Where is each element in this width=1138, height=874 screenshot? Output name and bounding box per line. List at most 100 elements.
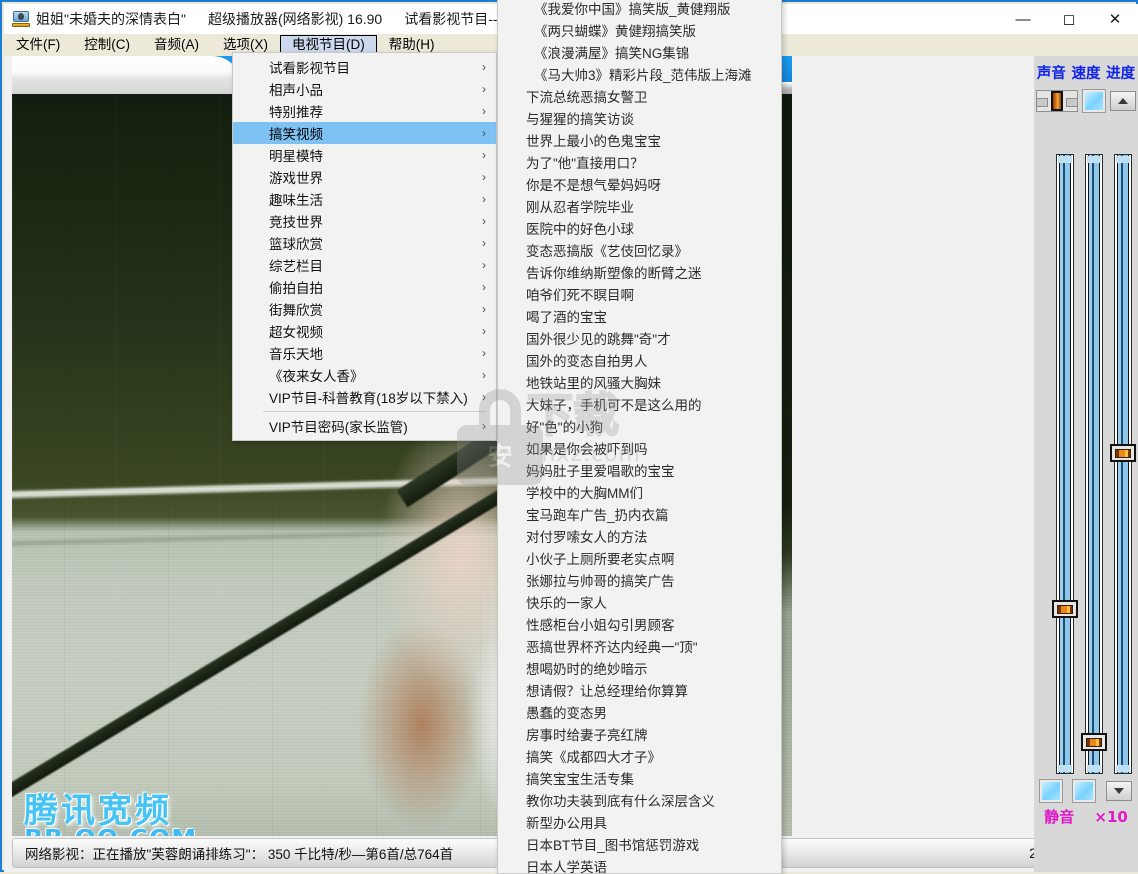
chevron-right-icon: ›	[482, 368, 486, 382]
menu-item-0[interactable]: 文件(F)	[4, 35, 72, 55]
submenu-item-10[interactable]: 医院中的好色小球	[498, 217, 781, 239]
submenu-item-3[interactable]: 《马大帅3》精彩片段_范伟版上海滩	[498, 63, 781, 85]
submenu-item-31[interactable]: 想请假？让总经理给你算算	[498, 679, 781, 701]
volume-slider-thumb[interactable]	[1052, 600, 1078, 618]
submenu-item-33[interactable]: 房事时给妻子亮红牌	[498, 723, 781, 745]
progress-slider[interactable]	[1110, 154, 1136, 774]
menu-item-1[interactable]: 控制(C)	[72, 35, 142, 55]
submenu-item-12[interactable]: 告诉你维纳斯塑像的断臂之迷	[498, 261, 781, 283]
dropdown-item-1[interactable]: 相声小品 ›	[233, 78, 496, 100]
submenu-item-25[interactable]: 小伙子上厕所要老实点啊	[498, 547, 781, 569]
submenu-item-1[interactable]: 《两只蝴蝶》黄健翔搞笑版	[498, 19, 781, 41]
submenu-item-27[interactable]: 快乐的一家人	[498, 591, 781, 613]
dropdown-item-14[interactable]: 《夜来女人香》 ›	[233, 364, 496, 386]
submenu-item-18[interactable]: 大妹子，手机可不是这么用的	[498, 393, 781, 415]
submenu-item-8[interactable]: 你是不是想气晕妈妈呀	[498, 173, 781, 195]
progress-down-button[interactable]	[1106, 781, 1133, 801]
chevron-right-icon: ›	[482, 104, 486, 118]
tv-program-dropdown[interactable]: 试看影视节目 › 相声小品 › 特别推荐 › 搞笑视频 › 明星模特 › 游戏世界 › 趣味生活 › 竞技世…	[232, 52, 497, 441]
header-tab-shape	[12, 56, 312, 94]
submenu-item-32[interactable]: 愚蠢的变态男	[498, 701, 781, 723]
dropdown-item-label: 游戏世界	[269, 171, 323, 186]
submenu-item-20[interactable]: 如果是你会被吓到吗	[498, 437, 781, 459]
speed-square-icon[interactable]	[1081, 89, 1106, 113]
dropdown-item-3[interactable]: 搞笑视频 ›	[233, 122, 496, 144]
dropdown-item-label: 超女视频	[269, 325, 323, 340]
submenu-item-13[interactable]: 咱爷们死不瞑目啊	[498, 283, 781, 305]
submenu-item-21[interactable]: 妈妈肚子里爱唱歌的宝宝	[498, 459, 781, 481]
submenu-item-16[interactable]: 国外的变态自拍男人	[498, 349, 781, 371]
speed-multiplier-button[interactable]	[1071, 779, 1096, 803]
menu-item-2[interactable]: 音频(A)	[142, 35, 211, 55]
submenu-item-17[interactable]: 地铁站里的风骚大胸妹	[498, 371, 781, 393]
status-playing-text: 网络影视：正在播放"芙蓉朗诵排练习"： 350 千比特/秒—第6首/总764首	[25, 847, 454, 862]
submenu-item-6[interactable]: 世界上最小的色鬼宝宝	[498, 129, 781, 151]
volume-slider[interactable]	[1052, 154, 1078, 774]
dropdown-item-label: 音乐天地	[269, 347, 323, 362]
close-button[interactable]: ✕	[1092, 4, 1138, 34]
submenu-item-9[interactable]: 刚从忍者学院毕业	[498, 195, 781, 217]
dropdown-item-15[interactable]: VIP节目-科普教育(18岁以下禁入) ›	[233, 386, 496, 408]
submenu-item-4[interactable]: 下流总统恶搞女警卫	[498, 85, 781, 107]
progress-slider-thumb[interactable]	[1110, 444, 1136, 462]
funny-video-submenu[interactable]: 《我爱你中国》搞笑版_黄健翔版 《两只蝴蝶》黄健翔搞笑版 《浪漫满屋》搞笑NG集锦《…	[497, 0, 782, 874]
right-control-panel: 声音 速度 进度 静音 ×10	[1034, 56, 1138, 872]
submenu-item-7[interactable]: 为了"他"直接用口？	[498, 151, 781, 173]
dropdown-item-10[interactable]: 偷拍自拍 ›	[233, 276, 496, 298]
dropdown-item-label: 相声小品	[269, 83, 323, 98]
submenu-item-2[interactable]: 《浪漫满屋》搞笑NG集锦	[498, 41, 781, 63]
mute-button[interactable]	[1038, 779, 1063, 803]
chevron-right-icon: ›	[482, 346, 486, 360]
minimize-button[interactable]: —	[1000, 4, 1046, 34]
submenu-item-37[interactable]: 新型办公用具	[498, 811, 781, 833]
dropdown-item-12[interactable]: 超女视频 ›	[233, 320, 496, 342]
maximize-button[interactable]: ◻	[1046, 4, 1092, 34]
label-volume: 声音	[1036, 66, 1066, 82]
progress-up-button[interactable]	[1109, 91, 1136, 111]
dropdown-item-label: 竞技世界	[269, 215, 323, 230]
submenu-item-36[interactable]: 教你功夫装到底有什么深层含义	[498, 789, 781, 811]
dropdown-item-6[interactable]: 趣味生活 ›	[233, 188, 496, 210]
dropdown-item-17[interactable]: VIP节目密码(家长监管) ›	[233, 415, 496, 437]
dropdown-item-5[interactable]: 游戏世界 ›	[233, 166, 496, 188]
submenu-item-19[interactable]: 好"色"的小狗	[498, 415, 781, 437]
dropdown-item-4[interactable]: 明星模特 ›	[233, 144, 496, 166]
submenu-item-23[interactable]: 宝马跑车广告_扔内衣篇	[498, 503, 781, 525]
submenu-item-34[interactable]: 搞笑《成都四大才子》	[498, 745, 781, 767]
dropdown-item-0[interactable]: 试看影视节目 ›	[233, 56, 496, 78]
dropdown-item-label: VIP节目密码(家长监管)	[269, 420, 408, 435]
dropdown-item-8[interactable]: 篮球欣赏 ›	[233, 232, 496, 254]
dropdown-item-13[interactable]: 音乐天地 ›	[233, 342, 496, 364]
chevron-right-icon: ›	[482, 126, 486, 140]
submenu-item-38[interactable]: 日本BT节目_图书馆惩罚游戏	[498, 833, 781, 855]
speed-slider[interactable]	[1081, 154, 1107, 774]
submenu-item-15[interactable]: 国外很少见的跳舞"奇"才	[498, 327, 781, 349]
dropdown-item-9[interactable]: 综艺栏目 ›	[233, 254, 496, 276]
dropdown-item-label: 趣味生活	[269, 193, 323, 208]
submenu-item-0[interactable]: 《我爱你中国》搞笑版_黄健翔版	[498, 0, 781, 19]
submenu-item-5[interactable]: 与猩猩的搞笑访谈	[498, 107, 781, 129]
slider-top-buttons	[1034, 88, 1138, 114]
slider-group	[1034, 154, 1138, 774]
submenu-item-14[interactable]: 喝了酒的宝宝	[498, 305, 781, 327]
chevron-right-icon: ›	[482, 60, 486, 74]
chevron-right-icon: ›	[482, 280, 486, 294]
dropdown-item-7[interactable]: 竞技世界 ›	[233, 210, 496, 232]
dropdown-item-label: 偷拍自拍	[269, 281, 323, 296]
window-title-program: 姐姐"未婚夫的深情表白"	[36, 11, 186, 27]
submenu-item-26[interactable]: 张娜拉与帅哥的搞笑广告	[498, 569, 781, 591]
submenu-item-22[interactable]: 学校中的大胸MM们	[498, 481, 781, 503]
submenu-item-30[interactable]: 想喝奶时的绝妙暗示	[498, 657, 781, 679]
submenu-item-39[interactable]: 日本人学英语	[498, 855, 781, 873]
submenu-item-28[interactable]: 性感柜台小姐勾引男顾客	[498, 613, 781, 635]
submenu-item-24[interactable]: 对付罗嗦女人的方法	[498, 525, 781, 547]
submenu-item-35[interactable]: 搞笑宝宝生活专集	[498, 767, 781, 789]
submenu-item-11[interactable]: 变态恶搞版《艺伎回忆录》	[498, 239, 781, 261]
dropdown-item-11[interactable]: 街舞欣赏 ›	[233, 298, 496, 320]
dropdown-item-2[interactable]: 特别推荐 ›	[233, 100, 496, 122]
speaker-icon[interactable]	[1036, 90, 1079, 112]
submenu-item-29[interactable]: 恶搞世界杯齐达内经典一"顶"	[498, 635, 781, 657]
speed-slider-thumb[interactable]	[1081, 733, 1107, 751]
dropdown-item-label: 试看影视节目	[269, 61, 350, 76]
chevron-right-icon: ›	[482, 419, 486, 433]
